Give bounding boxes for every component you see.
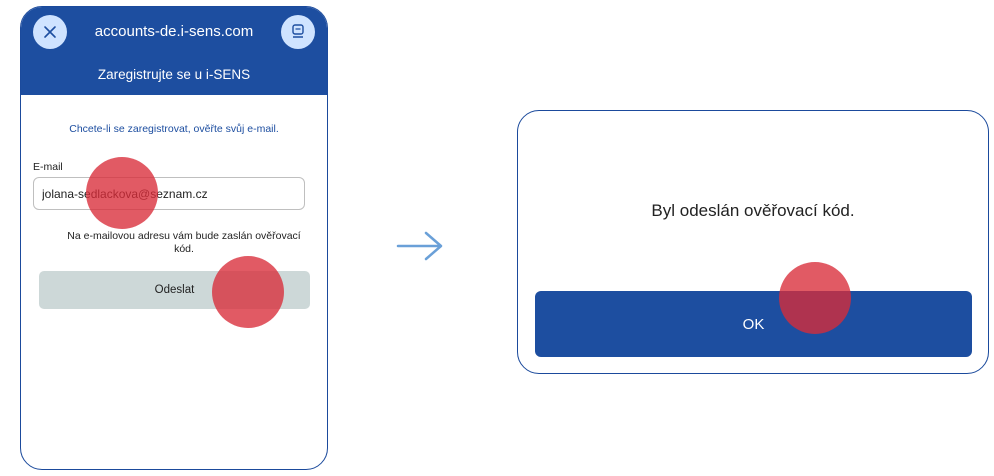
tap-marker [779,262,851,334]
verification-note: Na e-mailovou adresu vám bude zaslán ově… [67,230,301,255]
confirmation-dialog: Byl odeslán ověřovací kód. OK [517,110,989,374]
registration-screen: accounts-de.i-sens.com Zaregistrujte se … [20,6,328,470]
tap-marker [86,157,158,229]
device-icon [292,24,304,38]
page-domain: accounts-de.i-sens.com [94,23,254,40]
close-button[interactable] [33,15,67,49]
page-title: Zaregistrujte se u i-SENS [97,67,251,82]
dialog-message: Byl odeslán ověřovací kód. [651,201,855,220]
device-button[interactable] [281,15,315,49]
arrow-right-icon [396,231,443,261]
tap-marker [212,256,284,328]
email-label: E-mail [33,161,63,173]
instruction-text: Chcete-li se zaregistrovat, ověřte svůj … [69,123,279,135]
close-icon [44,26,56,38]
browser-header: accounts-de.i-sens.com Zaregistrujte se … [21,7,327,95]
email-field[interactable] [33,177,305,210]
ok-button[interactable]: OK [535,291,972,357]
